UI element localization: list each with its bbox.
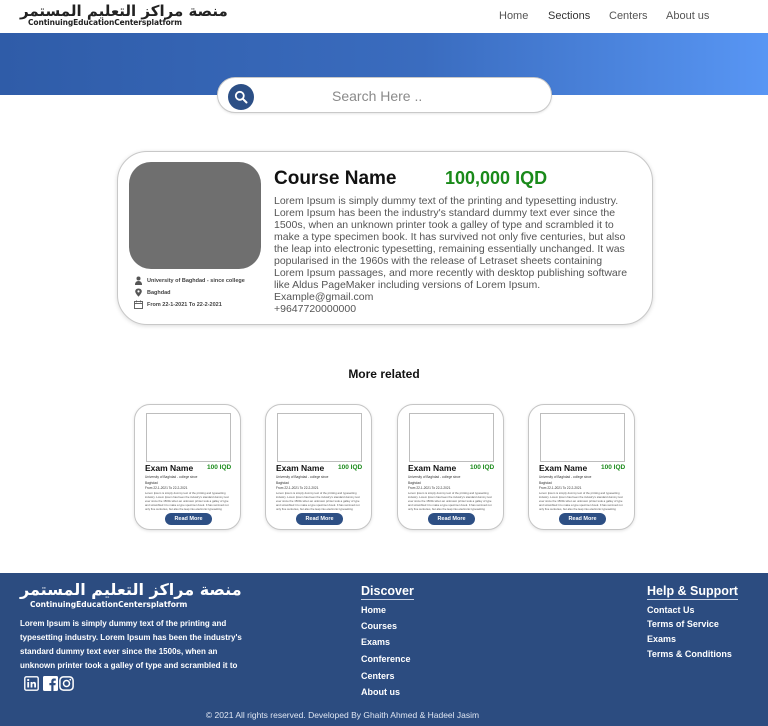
copyright-text: © 2021 All rights reserved. Developed By…	[205, 710, 480, 720]
footer-brand-english-name: ContinuingEducationCentersplatform	[30, 600, 188, 609]
related-card-dates: From 22-1-2021 To 22-2-2021	[276, 486, 319, 490]
course-dates: From 22-1-2021 To 22-2-2021	[134, 300, 222, 309]
related-card-price: 100 IQD	[338, 464, 363, 471]
search-bar	[217, 77, 552, 113]
related-card-image	[146, 413, 231, 462]
course-description: Lorem Ipsum is simply dummy text of the …	[274, 195, 628, 291]
nav-sections[interactable]: Sections	[548, 10, 590, 22]
course-card: University of Baghdad - since college Ba…	[117, 151, 653, 325]
course-phone[interactable]: +9647720000000	[274, 303, 356, 315]
related-card: Exam Name 100 IQD University of Baghdad …	[528, 404, 635, 530]
brand-arabic-name: منصة مراكز التعليم المستمر	[20, 2, 228, 20]
related-card-dates: From 22-1-2021 To 22-2-2021	[539, 486, 582, 490]
site-footer: منصة مراكز التعليم المستمر ContinuingEdu…	[0, 573, 768, 726]
related-card-image	[277, 413, 362, 462]
footer-link-courses[interactable]: Courses	[361, 621, 397, 631]
user-icon	[134, 276, 143, 285]
related-card-price: 100 IQD	[207, 464, 232, 471]
footer-link-contact[interactable]: Contact Us	[647, 605, 695, 615]
related-card-price: 100 IQD	[470, 464, 495, 471]
course-image	[129, 162, 261, 269]
related-card-image	[409, 413, 494, 462]
location-pin-icon	[134, 288, 143, 297]
footer-link-terms-conditions[interactable]: Terms & Conditions	[647, 649, 732, 659]
related-card-location: Baghdad	[145, 481, 158, 485]
instagram-icon[interactable]	[59, 676, 74, 691]
read-more-button[interactable]: Read More	[296, 513, 343, 525]
related-card: Exam Name 100 IQD University of Baghdad …	[134, 404, 241, 530]
brand-logo[interactable]: منصة مراكز التعليم المستمر ContinuingEdu…	[20, 2, 228, 31]
related-card: Exam Name 100 IQD University of Baghdad …	[265, 404, 372, 530]
related-card-text: Lorem Ipsum is simply dummy text of the …	[276, 491, 360, 511]
help-support-heading: Help & Support	[647, 584, 738, 600]
footer-link-help-exams[interactable]: Exams	[647, 634, 676, 644]
related-card-text: Lorem Ipsum is simply dummy text of the …	[539, 491, 623, 511]
calendar-icon	[134, 300, 143, 309]
nav-home[interactable]: Home	[499, 10, 528, 22]
footer-logo[interactable]: منصة مراكز التعليم المستمر ContinuingEdu…	[20, 580, 242, 611]
footer-link-home[interactable]: Home	[361, 605, 386, 615]
related-card-location: Baghdad	[276, 481, 289, 485]
course-email[interactable]: Example@gmail.com	[274, 291, 373, 303]
nav-centers[interactable]: Centers	[609, 10, 648, 22]
footer-link-centers[interactable]: Centers	[361, 671, 395, 681]
related-card-location: Baghdad	[539, 481, 552, 485]
footer-link-conference[interactable]: Conference	[361, 654, 411, 664]
brand-english-name: ContinuingEducationCentersplatform	[28, 18, 182, 27]
related-card-university: University of Baghdad - college since	[145, 475, 198, 479]
facebook-icon[interactable]	[43, 676, 58, 691]
related-card-name: Exam Name	[276, 463, 325, 473]
footer-link-terms-service[interactable]: Terms of Service	[647, 619, 719, 629]
footer-link-exams[interactable]: Exams	[361, 637, 390, 647]
read-more-button[interactable]: Read More	[428, 513, 475, 525]
discover-heading: Discover	[361, 584, 414, 600]
related-card-dates: From 22-1-2021 To 22-2-2021	[145, 486, 188, 490]
related-card-university: University of Baghdad - college since	[276, 475, 329, 479]
course-price: 100,000 IQD	[445, 168, 548, 188]
course-location: Baghdad	[134, 288, 171, 297]
related-card-name: Exam Name	[408, 463, 457, 473]
related-card-location: Baghdad	[408, 481, 421, 485]
footer-brand-arabic-name: منصة مراكز التعليم المستمر	[20, 580, 242, 599]
read-more-button[interactable]: Read More	[559, 513, 606, 525]
related-card-image	[540, 413, 625, 462]
course-title: Course Name	[274, 168, 397, 189]
related-card-price: 100 IQD	[601, 464, 626, 471]
course-university: University of Baghdad - since college	[134, 276, 245, 285]
related-card-university: University of Baghdad - college since	[408, 475, 461, 479]
linkedin-icon[interactable]	[24, 676, 39, 691]
footer-about-text: Lorem Ipsum is simply dummy text of the …	[20, 619, 242, 670]
more-related-heading: More related	[348, 367, 420, 381]
search-icon[interactable]	[228, 84, 254, 110]
related-card-text: Lorem Ipsum is simply dummy text of the …	[145, 491, 229, 511]
related-card-text: Lorem Ipsum is simply dummy text of the …	[408, 491, 492, 511]
related-card: Exam Name 100 IQD University of Baghdad …	[397, 404, 504, 530]
related-card-dates: From 22-1-2021 To 22-2-2021	[408, 486, 451, 490]
related-card-name: Exam Name	[539, 463, 588, 473]
top-navbar: منصة مراكز التعليم المستمر ContinuingEdu…	[0, 0, 768, 33]
nav-about[interactable]: About us	[666, 10, 709, 22]
related-card-name: Exam Name	[145, 463, 194, 473]
footer-link-about[interactable]: About us	[361, 687, 400, 697]
read-more-button[interactable]: Read More	[165, 513, 212, 525]
related-card-university: University of Baghdad - college since	[539, 475, 592, 479]
search-input[interactable]	[268, 85, 538, 107]
